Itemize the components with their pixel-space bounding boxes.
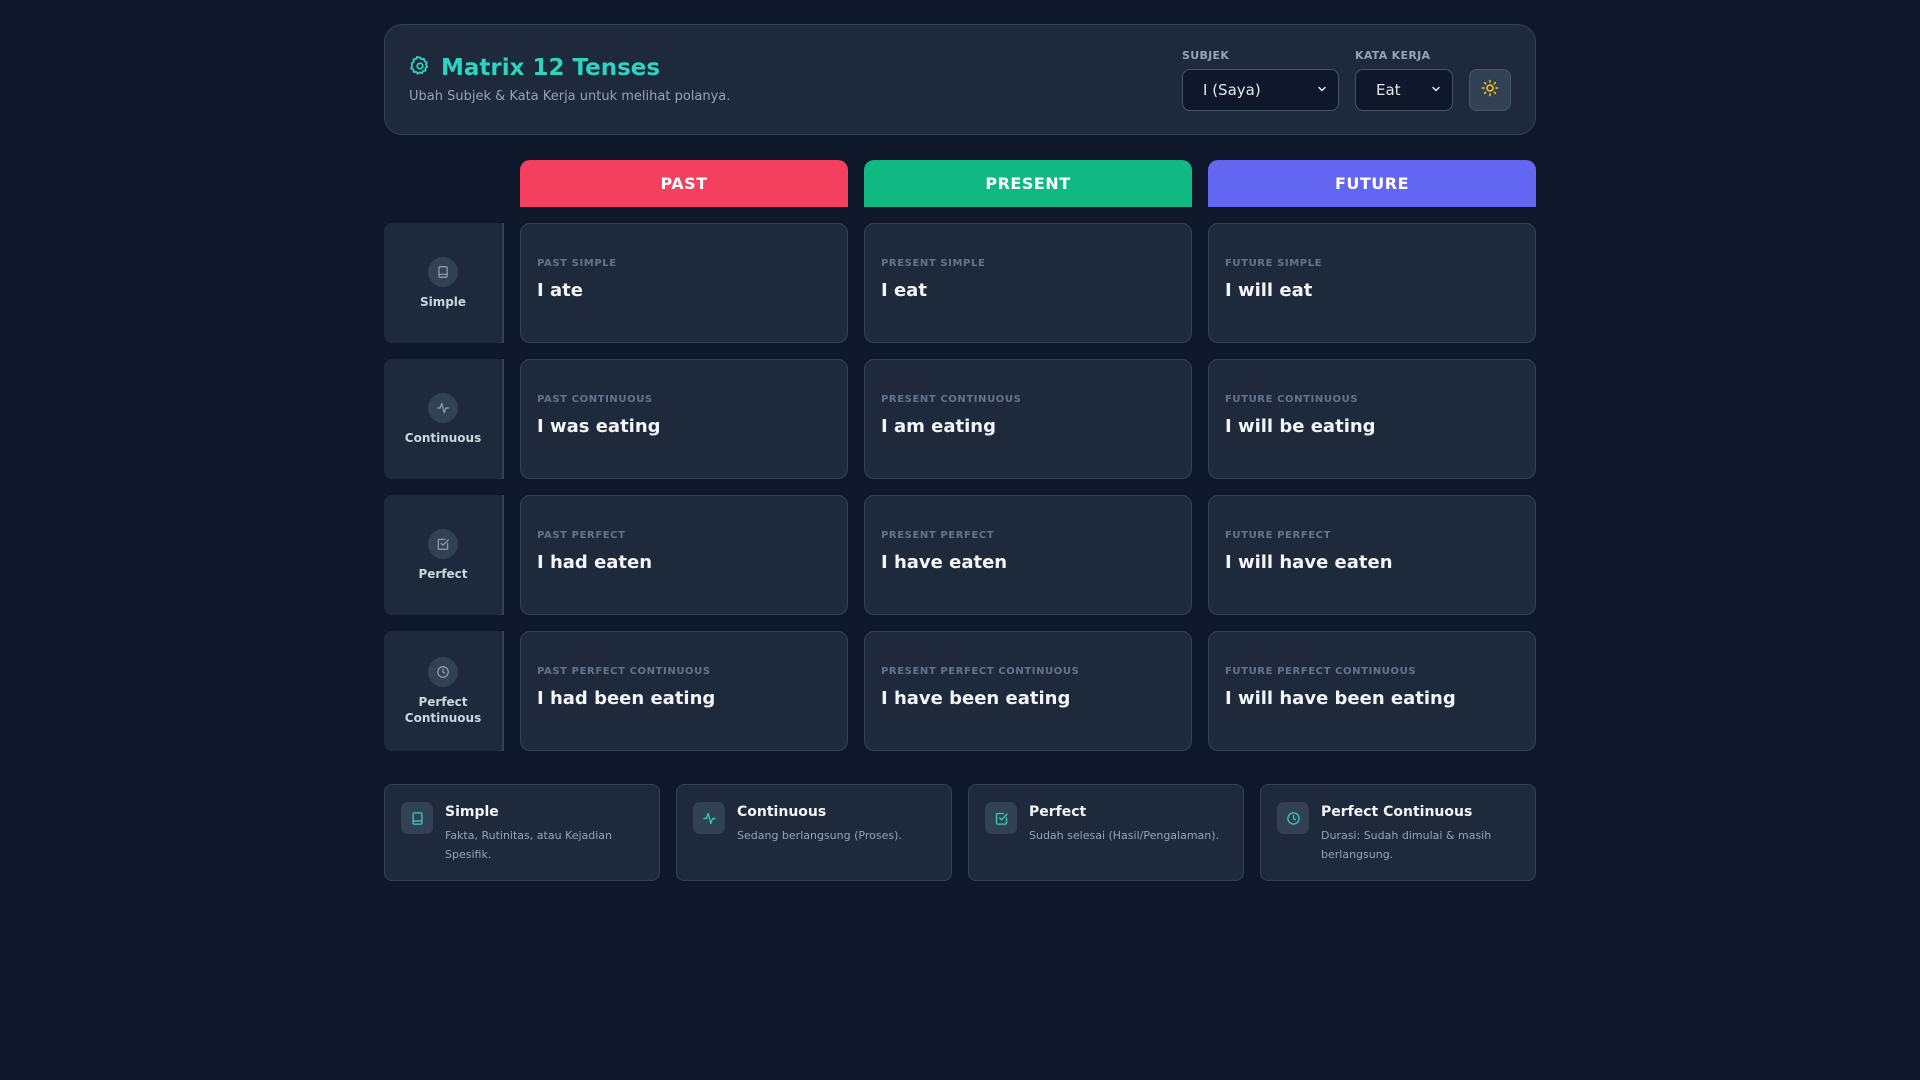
subject-value: I (Saya) — [1203, 80, 1261, 99]
tense-cell-present-continuous[interactable]: PRESENT CONTINUOUS I am eating — [864, 359, 1192, 479]
row-label-line: Continuous — [404, 710, 482, 725]
legend-description: Fakta, Rutinitas, atau Kejadian Spesifik… — [445, 826, 612, 864]
tense-sentence: I ate — [537, 280, 583, 301]
gear-icon — [409, 55, 431, 81]
tense-name: FUTURE PERFECT CONTINUOUS — [1225, 666, 1417, 677]
legend-description-line: Fakta, Rutinitas, atau Kejadian — [445, 829, 613, 842]
sun-icon — [1481, 79, 1499, 101]
tense-sentence: I am eating — [881, 416, 996, 437]
tense-name: PRESENT SIMPLE — [881, 258, 986, 269]
tense-cell-present-simple[interactable]: PRESENT SIMPLE I eat — [864, 223, 1192, 343]
row-label: Perfect Continuous — [405, 694, 481, 726]
tense-matrix: PAST PRESENT FUTURE Simple PAST SIMPLE I… — [384, 160, 1536, 767]
row-header-perfect-continuous: Perfect Continuous — [384, 631, 504, 751]
legend-card-continuous: Continuous Sedang berlangsung (Proses). — [676, 784, 952, 881]
tense-name: PAST PERFECT CONTINUOUS — [537, 666, 711, 677]
tense-sentence: I was eating — [537, 416, 661, 437]
verb-value: Eat — [1376, 80, 1401, 99]
legend: Simple Fakta, Rutinitas, atau Kejadian S… — [384, 784, 1536, 881]
tense-cell-future-perfect[interactable]: FUTURE PERFECT I will have eaten — [1208, 495, 1536, 615]
legend-title: Continuous — [737, 804, 827, 820]
tense-name: FUTURE CONTINUOUS — [1225, 394, 1359, 405]
tense-sentence: I will have eaten — [1225, 552, 1393, 573]
column-header-past: PAST — [520, 160, 848, 207]
legend-description-line: Durasi: Sudah dimulai & masih — [1321, 829, 1492, 842]
row-label-line: Perfect — [418, 694, 468, 709]
row-label: Continuous — [404, 430, 482, 445]
verb-field: KATA KERJA Eat — [1355, 49, 1453, 111]
book-icon — [428, 256, 458, 287]
row-label: Perfect — [418, 566, 468, 581]
row-header-continuous: Continuous — [384, 359, 504, 479]
app-container: Matrix 12 Tenses Ubah Subjek & Kata Kerj… — [384, 24, 1536, 881]
tense-sentence: I have been eating — [881, 688, 1071, 709]
tense-name: FUTURE SIMPLE — [1225, 258, 1323, 269]
tense-sentence: I eat — [881, 280, 927, 301]
tense-sentence: I have eaten — [881, 552, 1008, 573]
theme-toggle-button[interactable] — [1469, 68, 1511, 111]
title-block: Matrix 12 Tenses Ubah Subjek & Kata Kerj… — [409, 55, 730, 104]
row-header-simple: Simple — [384, 223, 504, 343]
legend-description-line: Spesifik. — [445, 848, 492, 861]
controls: SUBJEK I (Saya) KATA KERJA Eat — [1182, 49, 1511, 111]
column-header-future: FUTURE — [1208, 160, 1536, 207]
header-panel: Matrix 12 Tenses Ubah Subjek & Kata Kerj… — [384, 24, 1536, 135]
clock-icon — [428, 656, 458, 687]
tense-cell-past-perfect-continuous[interactable]: PAST PERFECT CONTINUOUS I had been eatin… — [520, 631, 848, 751]
legend-title: Perfect Continuous — [1321, 804, 1473, 820]
tense-sentence: I will eat — [1225, 280, 1313, 301]
check-square-icon — [985, 802, 1017, 834]
tense-cell-present-perfect[interactable]: PRESENT PERFECT I have eaten — [864, 495, 1192, 615]
activity-icon — [693, 802, 725, 834]
subject-select[interactable]: I (Saya) — [1182, 68, 1339, 111]
tense-cell-future-perfect-continuous[interactable]: FUTURE PERFECT CONTINUOUS I will have be… — [1208, 631, 1536, 751]
legend-description-line: Sudah selesai (Hasil/Pengalaman). — [1029, 829, 1220, 842]
tense-name: PAST CONTINUOUS — [537, 394, 653, 405]
legend-card-perfect-continuous: Perfect Continuous Durasi: Sudah dimulai… — [1260, 784, 1536, 881]
activity-icon — [428, 392, 458, 423]
legend-description: Durasi: Sudah dimulai & masih berlangsun… — [1321, 826, 1491, 864]
verb-select[interactable]: Eat — [1355, 68, 1453, 111]
legend-description-line: berlangsung. — [1321, 848, 1394, 861]
tense-cell-past-perfect[interactable]: PAST PERFECT I had eaten — [520, 495, 848, 615]
tense-sentence: I will be eating — [1225, 416, 1376, 437]
tense-name: PRESENT PERFECT — [881, 530, 995, 541]
legend-card-perfect: Perfect Sudah selesai (Hasil/Pengalaman)… — [968, 784, 1244, 881]
tense-name: PAST PERFECT — [537, 530, 626, 541]
subject-field: SUBJEK I (Saya) — [1182, 49, 1339, 111]
tense-cell-past-continuous[interactable]: PAST CONTINUOUS I was eating — [520, 359, 848, 479]
legend-description: Sudah selesai (Hasil/Pengalaman). — [1029, 826, 1219, 845]
row-header-perfect: Perfect — [384, 495, 504, 615]
page-title: Matrix 12 Tenses — [441, 55, 661, 81]
legend-description: Sedang berlangsung (Proses). — [737, 826, 902, 845]
legend-title: Simple — [445, 804, 499, 820]
tense-name: PRESENT CONTINUOUS — [881, 394, 1022, 405]
check-square-icon — [428, 528, 458, 559]
tense-name: PRESENT PERFECT CONTINUOUS — [881, 666, 1080, 677]
tense-cell-present-perfect-continuous[interactable]: PRESENT PERFECT CONTINUOUS I have been e… — [864, 631, 1192, 751]
legend-description-line: Sedang berlangsung (Proses). — [737, 829, 902, 842]
tense-name: FUTURE PERFECT — [1225, 530, 1331, 541]
legend-title: Perfect — [1029, 804, 1087, 820]
subject-label: SUBJEK — [1182, 48, 1230, 62]
tense-cell-past-simple[interactable]: PAST SIMPLE I ate — [520, 223, 848, 343]
tense-sentence: I had eaten — [537, 552, 653, 573]
row-label: Simple — [419, 294, 467, 309]
page-subtitle: Ubah Subjek & Kata Kerja untuk melihat p… — [409, 89, 731, 104]
tense-name: PAST SIMPLE — [537, 258, 617, 269]
clock-icon — [1277, 802, 1309, 834]
tense-cell-future-continuous[interactable]: FUTURE CONTINUOUS I will be eating — [1208, 359, 1536, 479]
tense-sentence: I will have been eating — [1225, 688, 1456, 709]
column-header-present: PRESENT — [864, 160, 1192, 207]
corner-spacer — [384, 160, 504, 223]
tense-cell-future-simple[interactable]: FUTURE SIMPLE I will eat — [1208, 223, 1536, 343]
book-icon — [401, 802, 433, 834]
tense-sentence: I had been eating — [537, 688, 716, 709]
chevron-down-icon — [1430, 81, 1442, 99]
legend-card-simple: Simple Fakta, Rutinitas, atau Kejadian S… — [384, 784, 660, 881]
chevron-down-icon — [1316, 81, 1328, 99]
verb-label: KATA KERJA — [1355, 48, 1431, 62]
